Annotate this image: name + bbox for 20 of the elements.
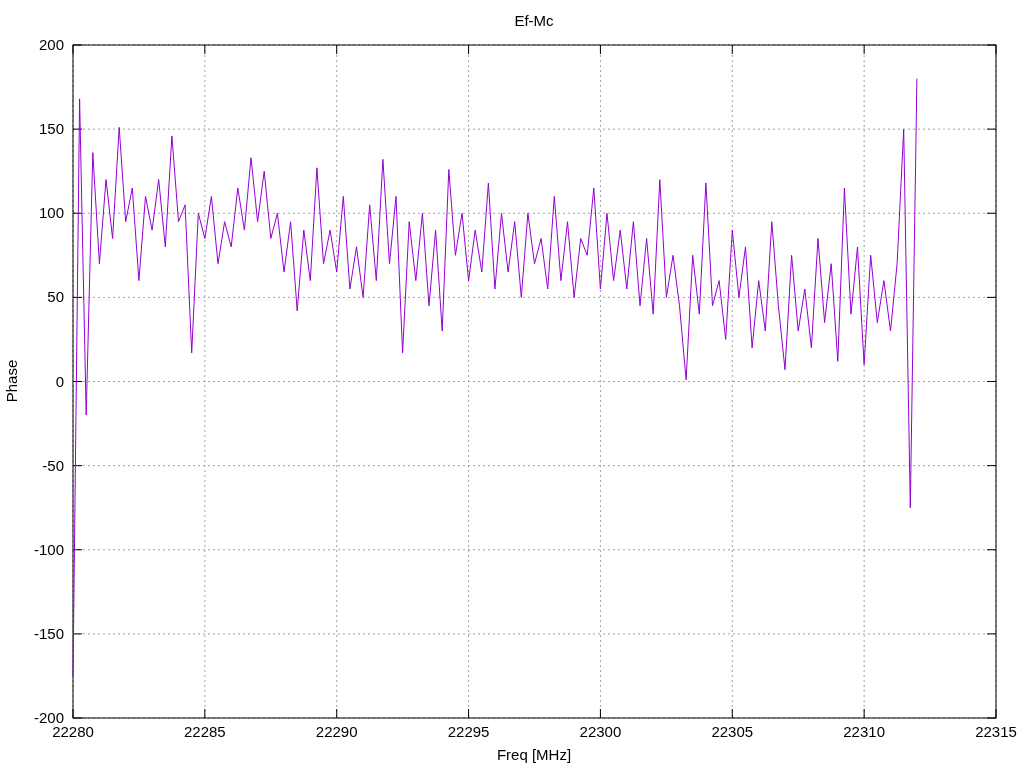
y-tick-label: -200 <box>33 709 64 726</box>
y-axis-label: Phase <box>3 359 20 403</box>
x-tick-label: 22310 <box>843 723 885 740</box>
x-tick-label: 22305 <box>711 723 754 740</box>
x-tick-label: 22285 <box>184 723 226 740</box>
x-tick-label: 22315 <box>975 723 1017 740</box>
x-tick-label: 22290 <box>315 723 358 740</box>
y-tick-label: -100 <box>33 540 64 558</box>
y-tick-label: -50 <box>42 456 64 474</box>
x-tick-label: 22280 <box>52 723 94 740</box>
y-tick-label: 0 <box>55 372 64 390</box>
x-axis-label: Freq [MHz] <box>496 746 572 763</box>
y-tick-label: 150 <box>38 120 64 138</box>
y-tick-label: 200 <box>38 36 64 53</box>
y-tick-label: 50 <box>47 288 64 306</box>
x-tick-label: 22300 <box>579 723 622 740</box>
y-tick-label: 100 <box>38 204 64 222</box>
x-tick-label: 22295 <box>447 723 490 740</box>
chart-title: Ef-Mc <box>514 12 554 29</box>
y-tick-label: -150 <box>33 624 64 642</box>
